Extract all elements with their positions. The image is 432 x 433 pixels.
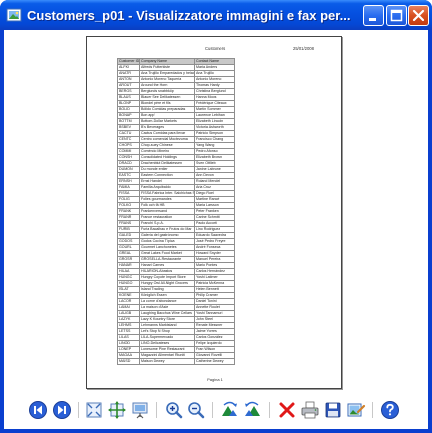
viewer-window: Customers_p01 - Visualizzatore immagini … bbox=[0, 0, 432, 433]
minimize-icon bbox=[369, 18, 376, 21]
toolbar-separator bbox=[212, 402, 213, 418]
zoom-in-button[interactable] bbox=[164, 400, 184, 420]
table-cell: Maison Dewey bbox=[139, 358, 195, 365]
printer-icon bbox=[301, 401, 319, 419]
rotate-counterclockwise-button[interactable] bbox=[242, 400, 262, 420]
print-button[interactable] bbox=[300, 400, 320, 420]
actual-size-button[interactable] bbox=[107, 400, 127, 420]
edit-image-icon bbox=[347, 403, 366, 417]
toolbar-separator bbox=[269, 402, 270, 418]
table-body: ALFKI Alfreds Futterkiste Maria Anders ANAT… bbox=[117, 64, 235, 365]
arrow-left-circle-icon bbox=[29, 401, 47, 419]
delete-button[interactable] bbox=[277, 400, 297, 420]
help-button[interactable] bbox=[380, 400, 400, 420]
arrow-right-circle-icon bbox=[53, 401, 71, 419]
page-header-date: 25/01/2008 bbox=[293, 46, 314, 51]
delete-x-icon bbox=[279, 402, 295, 418]
toolbar-separator bbox=[372, 402, 373, 418]
column-header: Customer ID bbox=[117, 58, 140, 65]
next-image-button[interactable] bbox=[52, 400, 72, 420]
best-fit-button[interactable] bbox=[84, 400, 104, 420]
page-header-title: Customers bbox=[205, 46, 226, 51]
zoom-out-button[interactable] bbox=[186, 400, 206, 420]
zoom-in-icon bbox=[166, 402, 183, 419]
document-page[interactable]: Customers 25/01/2008 Customer ID Company … bbox=[86, 36, 342, 389]
window-frame-bottom bbox=[0, 429, 432, 433]
window-title: Customers_p01 - Visualizzatore immagini … bbox=[27, 8, 351, 23]
title-bar[interactable]: Customers_p01 - Visualizzatore immagini … bbox=[0, 0, 432, 30]
viewer-toolbar bbox=[26, 400, 406, 422]
page-footer: Pagina 1 bbox=[207, 377, 223, 382]
maximize-button[interactable] bbox=[386, 5, 407, 26]
table-cell: Ana Trujillo Emparedados y helados bbox=[139, 70, 195, 77]
rotate-clockwise-button[interactable] bbox=[220, 400, 240, 420]
customers-table: Customer ID Company Name Contact Name ALFK… bbox=[117, 58, 235, 365]
save-copy-button[interactable] bbox=[323, 400, 343, 420]
toolbar-separator bbox=[78, 402, 79, 418]
table-cell: Centro comercial Moctezuma bbox=[139, 136, 195, 143]
slideshow-icon bbox=[132, 402, 148, 419]
zoom-out-icon bbox=[188, 402, 205, 419]
floppy-disk-icon bbox=[325, 402, 341, 418]
table-cell: Catherine Dewey bbox=[194, 358, 235, 365]
maximize-icon bbox=[390, 9, 403, 22]
slideshow-button[interactable] bbox=[130, 400, 150, 420]
help-icon bbox=[381, 401, 399, 419]
toolbar-separator bbox=[156, 402, 157, 418]
open-for-editing-button[interactable] bbox=[346, 400, 366, 420]
table-cell: FISSA Fabrica Inter. Salchichas S.A. bbox=[139, 190, 195, 197]
actual-size-icon bbox=[108, 401, 126, 419]
table-cell: MAISD bbox=[117, 358, 140, 365]
table-cell: Furia Bacalhau e Frutos do Mar bbox=[139, 226, 195, 233]
close-icon bbox=[412, 9, 425, 22]
table-cell: Laughing Bacchus Wine Cellars bbox=[139, 310, 195, 317]
minimize-button[interactable] bbox=[363, 5, 384, 26]
table-cell: Hungry Owl All-Night Grocers bbox=[139, 280, 195, 287]
image-viewer-app-icon bbox=[6, 8, 22, 22]
best-fit-icon bbox=[86, 402, 102, 418]
close-button[interactable] bbox=[408, 5, 429, 26]
previous-image-button[interactable] bbox=[28, 400, 48, 420]
rotate-clockwise-icon bbox=[222, 401, 237, 416]
table-row: MAISD Maison Dewey Catherine Dewey bbox=[117, 358, 235, 365]
rotate-counterclockwise-icon bbox=[245, 401, 260, 416]
